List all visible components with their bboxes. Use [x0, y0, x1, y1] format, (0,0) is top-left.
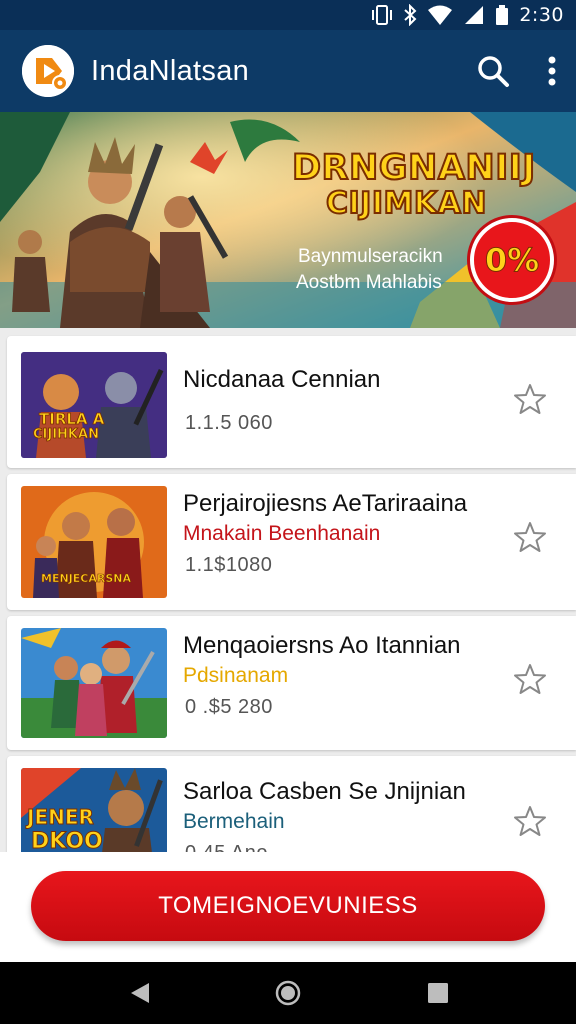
banner-title-line-1: DRNGNANIIJ [291, 147, 536, 189]
game-thumbnail [21, 628, 167, 738]
banner-subtitle-line-2: Aostbm Mahlabis [296, 272, 442, 293]
status-time: 2:30 [519, 4, 564, 26]
game-tag: Mnakain Beenhanain [183, 522, 381, 545]
bottom-cta-area: TOMEIGNOEVUNIESS [0, 852, 576, 962]
game-title: Nicdanaa Cennian [183, 366, 381, 393]
game-title: Sarloa Casben Se Jnijnian [183, 778, 466, 805]
star-icon[interactable] [513, 804, 547, 838]
app-bar-actions [476, 30, 558, 112]
play-logo-icon[interactable] [22, 45, 74, 97]
home-icon[interactable] [275, 980, 301, 1006]
svg-text:DKOO: DKOO [31, 829, 103, 854]
svg-text:CIJIHKAN: CIJIHKAN [33, 427, 99, 442]
search-icon[interactable] [476, 54, 510, 88]
game-price: 0 .$5 280 [185, 696, 273, 718]
game-thumbnail: TIRLA A CIJIHKAN [21, 352, 167, 458]
discount-text: 0% [484, 241, 540, 280]
more-vert-icon[interactable] [546, 54, 558, 88]
system-nav-bar [0, 962, 576, 1024]
game-price: 1.1.5 060 [185, 412, 273, 434]
app-screen: 2:30 IndaNlatsan DRNGNANIIJ CIJIMKAN Bay… [0, 0, 576, 1024]
promo-banner[interactable]: DRNGNANIIJ CIJIMKAN Baynmulseracikn Aost… [0, 112, 576, 328]
game-tag: Pdsinanam [183, 664, 289, 687]
discount-badge: 0% [470, 218, 554, 302]
back-icon[interactable] [127, 980, 153, 1006]
vibrate-icon [372, 5, 393, 25]
svg-text:JENER: JENER [25, 805, 94, 829]
game-tag: Bermehain [183, 810, 285, 833]
star-icon[interactable] [513, 662, 547, 696]
game-thumbnail: MENJECARSNA [21, 486, 167, 598]
app-title: IndaNlatsan [91, 54, 250, 87]
cellular-icon [465, 6, 484, 24]
star-icon[interactable] [513, 520, 547, 554]
list-item[interactable]: TIRLA A CIJIHKAN Nicdanaa Cennian 1.1.5 … [7, 336, 576, 468]
banner-subtitle-line-1: Baynmulseracikn [298, 246, 443, 267]
star-icon[interactable] [513, 382, 547, 416]
list-item[interactable]: MENJECARSNA Perjairojiesns AeTariraaina … [7, 474, 576, 610]
list-item[interactable]: Menqaoiersns Ao Itannian Pdsinanam 0 .$5… [7, 616, 576, 750]
app-bar: IndaNlatsan [0, 30, 576, 112]
game-price: 1.1$1080 [185, 554, 273, 576]
recents-icon[interactable] [425, 980, 451, 1006]
bluetooth-icon [404, 4, 417, 26]
battery-icon [496, 5, 509, 25]
svg-text:TIRLA A: TIRLA A [39, 410, 105, 428]
wifi-icon [428, 5, 453, 25]
game-title: Menqaoiersns Ao Itannian [183, 632, 461, 659]
cta-button[interactable]: TOMEIGNOEVUNIESS [31, 871, 545, 941]
svg-text:MENJECARSNA: MENJECARSNA [41, 572, 131, 585]
banner-title-line-2: CIJIMKAN [325, 185, 487, 222]
game-title: Perjairojiesns AeTariraaina [183, 490, 468, 517]
status-bar: 2:30 [0, 0, 576, 30]
